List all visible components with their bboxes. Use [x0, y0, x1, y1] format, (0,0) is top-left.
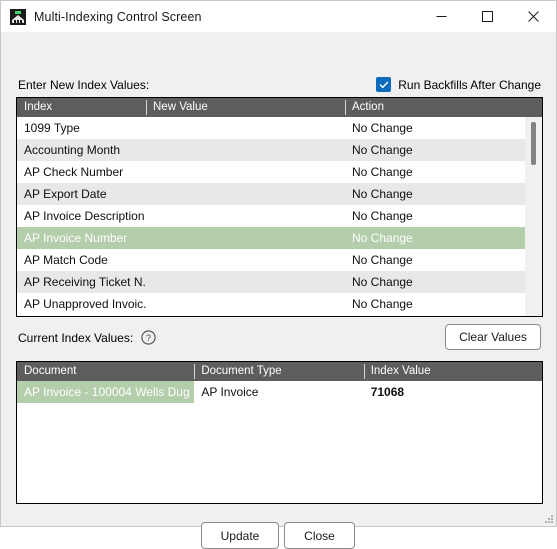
column-header-action[interactable]: Action [345, 98, 525, 117]
table-row[interactable]: AP Unapproved Invoic... No Change [17, 293, 542, 315]
table-row[interactable]: AP Invoice Number No Change [17, 227, 542, 249]
current-index-values-label: Current Index Values: [18, 330, 134, 345]
column-header-index[interactable]: Index [17, 98, 146, 117]
cell-action: No Change [352, 297, 413, 311]
scrollbar-thumb[interactable] [531, 122, 536, 165]
new-index-values-grid-header: Index New Value Action [17, 98, 542, 117]
cell-index-value: 71068 [370, 385, 405, 399]
current-index-values-group: Current Index Values: ? [18, 330, 156, 345]
column-header-index-value[interactable]: Index Value [363, 362, 542, 381]
run-backfills-checkbox[interactable]: Run Backfills After Change [376, 77, 541, 92]
window-title: Multi-Indexing Control Screen [34, 9, 202, 24]
table-row[interactable]: Accounting Month No Change [17, 139, 542, 161]
top-label-row: Enter New Index Values: Run Backfills Af… [18, 77, 541, 92]
new-index-values-grid[interactable]: Index New Value Action 1099 Type No Chang… [16, 97, 543, 317]
table-row[interactable]: AP Check Number No Change [17, 161, 542, 183]
cell-index: AP Match Code [24, 253, 108, 267]
vertical-scrollbar[interactable] [525, 117, 542, 316]
column-header-new-value[interactable]: New Value [146, 98, 345, 117]
cell-index: AP Unapproved Invoic... [24, 297, 146, 311]
close-dialog-button[interactable]: Close [284, 522, 355, 549]
dialog-body: Enter New Index Values: Run Backfills Af… [1, 32, 556, 549]
checkmark-icon [379, 81, 388, 88]
window-controls [418, 1, 556, 32]
table-row[interactable]: AP Invoice Description No Change [17, 205, 542, 227]
app-icon [10, 8, 26, 25]
cell-action: No Change [352, 231, 413, 245]
new-index-values-grid-body: 1099 Type No Change Accounting Month No Cha… [17, 117, 542, 315]
cell-new-value[interactable] [146, 271, 345, 293]
cell-index: AP Invoice Number [24, 231, 128, 245]
cell-index: AP Check Number [24, 165, 124, 179]
cell-action: No Change [352, 187, 413, 201]
cell-new-value[interactable] [146, 205, 345, 227]
checkbox-box[interactable] [376, 77, 392, 92]
cell-document: AP Invoice - 100004 Wells Dug F... [17, 381, 195, 403]
svg-text:?: ? [146, 333, 151, 343]
current-index-values-grid-header: Document Document Type Index Value [17, 362, 542, 381]
help-circle-icon[interactable]: ? [141, 330, 156, 345]
title-bar: Multi-Indexing Control Screen [1, 1, 556, 32]
minimize-button[interactable] [418, 1, 464, 32]
clear-values-button[interactable]: Clear Values [445, 324, 541, 350]
cell-new-value[interactable] [146, 227, 345, 249]
cell-action: No Change [352, 143, 413, 157]
resize-grip[interactable] [542, 512, 554, 524]
cell-action: No Change [352, 121, 413, 135]
cell-index: AP Receiving Ticket N... [24, 275, 146, 289]
cell-new-value[interactable] [146, 139, 345, 161]
minimize-icon [436, 16, 446, 17]
cell-action: No Change [352, 165, 413, 179]
table-row[interactable]: AP Export Date No Change [17, 183, 542, 205]
cell-document-type: AP Invoice [201, 385, 259, 399]
table-row[interactable]: 1099 Type No Change [17, 117, 542, 139]
cell-new-value[interactable] [146, 183, 345, 205]
cell-new-value[interactable] [146, 161, 345, 183]
cell-new-value[interactable] [146, 117, 345, 139]
column-header-document[interactable]: Document [17, 362, 194, 381]
dialog-window: Multi-Indexing Control Screen Enter New … [0, 0, 557, 549]
table-row[interactable]: AP Match Code No Change [17, 249, 542, 271]
cell-index: 1099 Type [24, 121, 80, 135]
cell-action: No Change [352, 275, 413, 289]
table-row[interactable]: AP Invoice - 100004 Wells Dug F... AP Inv… [17, 381, 542, 403]
current-index-values-grid-body: AP Invoice - 100004 Wells Dug F... AP Inv… [17, 381, 542, 403]
current-index-values-grid[interactable]: Document Document Type Index Value AP In… [16, 361, 543, 504]
close-icon [527, 11, 539, 22]
cell-action: No Change [352, 253, 413, 267]
cell-new-value[interactable] [146, 293, 345, 315]
update-button[interactable]: Update [201, 522, 279, 549]
maximize-icon [481, 11, 493, 22]
maximize-button[interactable] [464, 1, 510, 32]
column-header-document-type[interactable]: Document Type [194, 362, 363, 381]
cell-new-value[interactable] [146, 249, 345, 271]
table-row[interactable]: AP Receiving Ticket N... No Change [17, 271, 542, 293]
close-button[interactable] [510, 1, 556, 32]
cell-index: Accounting Month [24, 143, 121, 157]
cell-action: No Change [352, 209, 413, 223]
run-backfills-label: Run Backfills After Change [398, 77, 541, 92]
cell-index: AP Invoice Description [24, 209, 145, 223]
cell-index: AP Export Date [24, 187, 107, 201]
enter-new-index-values-label: Enter New Index Values: [18, 77, 150, 92]
